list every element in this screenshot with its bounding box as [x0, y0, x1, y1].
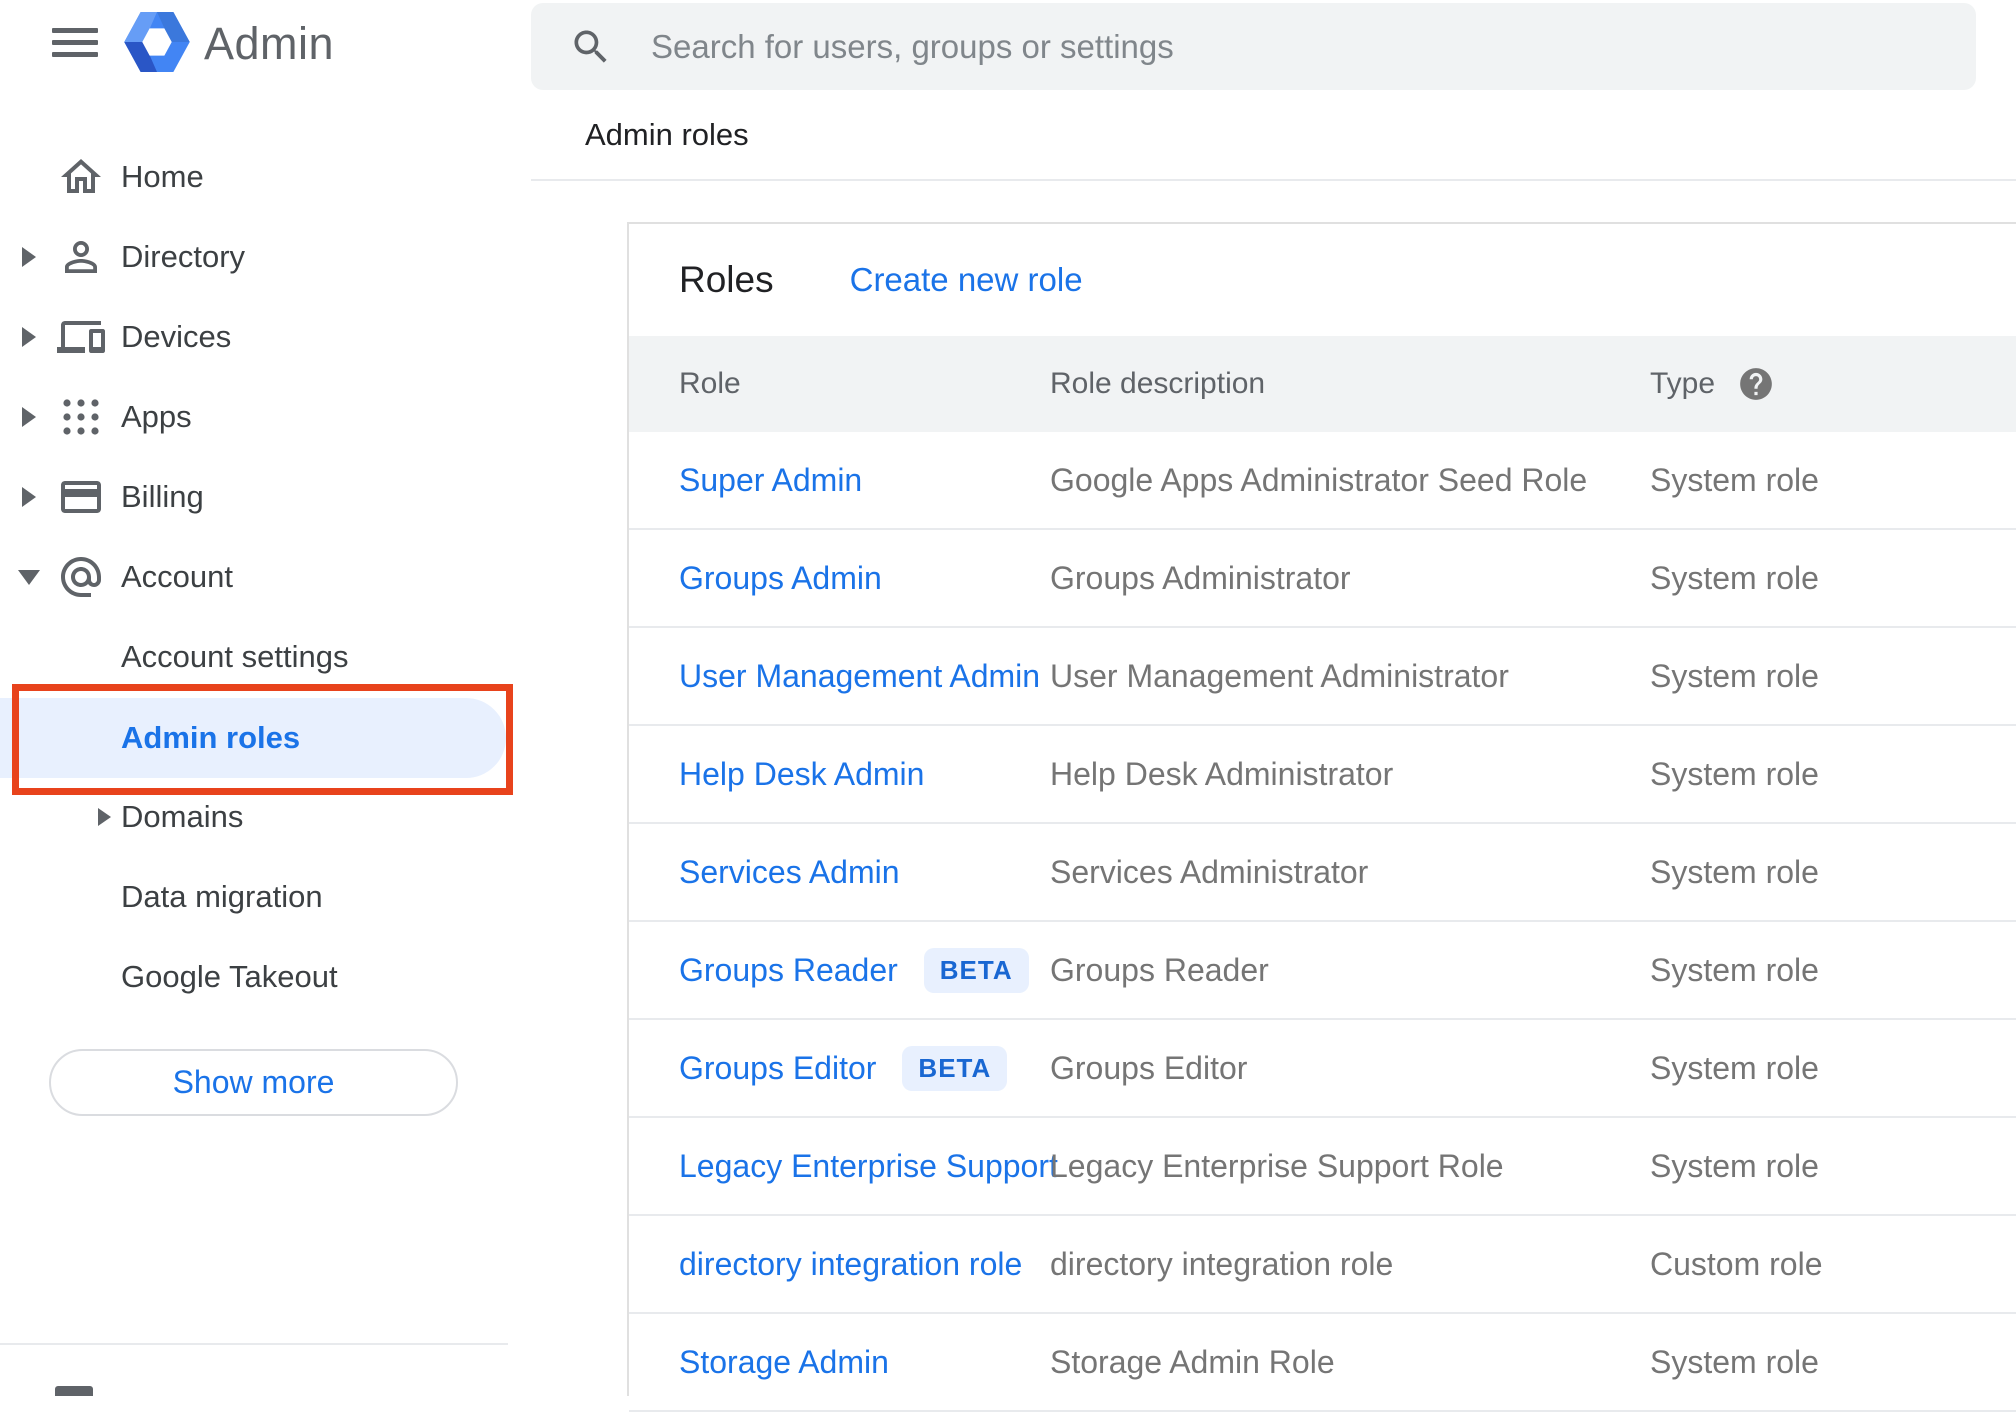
breadcrumb: Admin roles — [585, 117, 749, 152]
person-icon — [65, 241, 97, 273]
sidebar-item-google-takeout[interactable]: Google Takeout — [0, 937, 530, 1017]
table-row: directory integration role directory int… — [629, 1216, 2016, 1314]
roles-panel: Roles Create new role Role Role descript… — [627, 222, 2016, 1412]
roles-panel-header: Roles Create new role — [629, 224, 2016, 336]
role-description: Google Apps Administrator Seed Role — [1050, 461, 1588, 498]
sidebar-item-billing[interactable]: Billing — [0, 457, 530, 537]
devices-icon — [57, 321, 105, 353]
table-row: Storage Admin Storage Admin Role System … — [629, 1314, 2016, 1412]
role-link[interactable]: Storage Admin — [679, 1344, 889, 1381]
chevron-right-icon[interactable] — [22, 327, 36, 347]
create-new-role-link[interactable]: Create new role — [850, 261, 1083, 299]
header-divider — [531, 179, 2016, 181]
search-bar[interactable] — [531, 3, 1976, 90]
chevron-right-icon[interactable] — [22, 487, 36, 507]
sidebar-item-label: Domains — [121, 799, 244, 834]
apps-grid-icon — [63, 399, 99, 435]
table-row: Super Admin Google Apps Administrator Se… — [629, 432, 2016, 530]
table-row: Groups Editor BETA Groups Editor System … — [629, 1020, 2016, 1118]
chevron-down-icon[interactable] — [18, 569, 40, 585]
sidebar-item-home[interactable]: Home — [0, 137, 530, 217]
credit-card-icon — [61, 481, 101, 513]
table-row: Help Desk Admin Help Desk Administrator … — [629, 726, 2016, 824]
sidebar-item-label: Account settings — [121, 639, 349, 674]
beta-badge: BETA — [923, 947, 1029, 993]
chevron-right-icon[interactable] — [22, 407, 36, 427]
sidebar-item-account[interactable]: Account — [0, 537, 530, 617]
sidebar-item-label: Billing — [121, 479, 204, 514]
role-link[interactable]: Legacy Enterprise Support — [679, 1148, 1058, 1185]
search-input[interactable] — [651, 27, 1851, 66]
menu-hamburger-icon[interactable] — [52, 28, 98, 62]
role-type: System role — [1650, 951, 1819, 988]
role-type: System role — [1650, 755, 1819, 792]
chevron-right-icon[interactable] — [98, 808, 111, 826]
sidebar-item-label: Home — [121, 159, 204, 194]
role-type: System role — [1650, 461, 1819, 498]
sidebar-item-label: Devices — [121, 319, 232, 354]
sidebar-item-label: Directory — [121, 239, 246, 274]
role-description: User Management Administrator — [1050, 657, 1509, 694]
role-description: Storage Admin Role — [1050, 1343, 1335, 1380]
panel-title: Roles — [679, 259, 774, 300]
role-link[interactable]: Help Desk Admin — [679, 756, 924, 793]
chevron-right-icon[interactable] — [22, 247, 36, 267]
role-description: Legacy Enterprise Support Role — [1050, 1147, 1504, 1184]
role-type: System role — [1650, 657, 1819, 694]
sidebar-item-apps[interactable]: Apps — [0, 377, 530, 457]
sidebar-item-label: Apps — [121, 399, 192, 434]
sidebar-item-data-migration[interactable]: Data migration — [0, 857, 530, 937]
role-type: System role — [1650, 1147, 1819, 1184]
beta-badge: BETA — [902, 1045, 1008, 1091]
at-sign-icon — [61, 557, 101, 597]
sidebar-item-label: Admin roles — [121, 720, 301, 755]
search-icon — [574, 30, 607, 63]
column-header-role: Role — [679, 367, 741, 400]
role-link[interactable]: Groups Editor — [679, 1050, 876, 1087]
sidebar-item-label: Google Takeout — [121, 959, 338, 994]
role-link[interactable]: directory integration role — [679, 1246, 1022, 1283]
sidebar-item-directory[interactable]: Directory — [0, 217, 530, 297]
role-description: Services Administrator — [1050, 853, 1369, 890]
role-type: System role — [1650, 853, 1819, 890]
table-row: Services Admin Services Administrator Sy… — [629, 824, 2016, 922]
role-description: Groups Reader — [1050, 951, 1269, 988]
role-description: Groups Administrator — [1050, 559, 1351, 596]
role-description: Help Desk Administrator — [1050, 755, 1394, 792]
home-icon — [61, 159, 101, 193]
show-more-button[interactable]: Show more — [49, 1049, 458, 1116]
sidebar-item-label: Data migration — [121, 879, 323, 914]
sidebar-item-domains[interactable]: Domains — [0, 777, 530, 857]
cutoff-icon — [55, 1386, 93, 1396]
role-description: directory integration role — [1050, 1245, 1394, 1282]
table-header-row: Role Role description Type — [629, 336, 2016, 432]
admin-logo-icon — [124, 12, 190, 72]
help-icon[interactable] — [1737, 365, 1775, 403]
roles-table: Super Admin Google Apps Administrator Se… — [629, 432, 2016, 1412]
sidebar-divider — [0, 1343, 508, 1345]
role-type: Custom role — [1650, 1245, 1823, 1282]
role-link[interactable]: Groups Reader — [679, 952, 898, 989]
app-title: Admin — [204, 18, 335, 69]
role-link[interactable]: Super Admin — [679, 462, 862, 499]
table-row: Groups Admin Groups Administrator System… — [629, 530, 2016, 628]
sidebar-item-label: Account — [121, 559, 234, 594]
role-type: System role — [1650, 1049, 1819, 1086]
table-row: Groups Reader BETA Groups Reader System … — [629, 922, 2016, 1020]
role-type: System role — [1650, 559, 1819, 596]
column-header-type: Type — [1650, 367, 1716, 400]
sidebar-item-admin-roles[interactable]: Admin roles — [0, 698, 530, 778]
table-row: Legacy Enterprise Support Legacy Enterpr… — [629, 1118, 2016, 1216]
role-link[interactable]: Groups Admin — [679, 560, 882, 597]
role-link[interactable]: User Management Admin — [679, 658, 1040, 695]
role-description: Groups Editor — [1050, 1049, 1248, 1086]
table-row: User Management Admin User Management Ad… — [629, 628, 2016, 726]
role-type: System role — [1650, 1343, 1819, 1380]
sidebar-item-devices[interactable]: Devices — [0, 297, 530, 377]
role-link[interactable]: Services Admin — [679, 854, 900, 891]
column-header-description: Role description — [1050, 367, 1266, 400]
